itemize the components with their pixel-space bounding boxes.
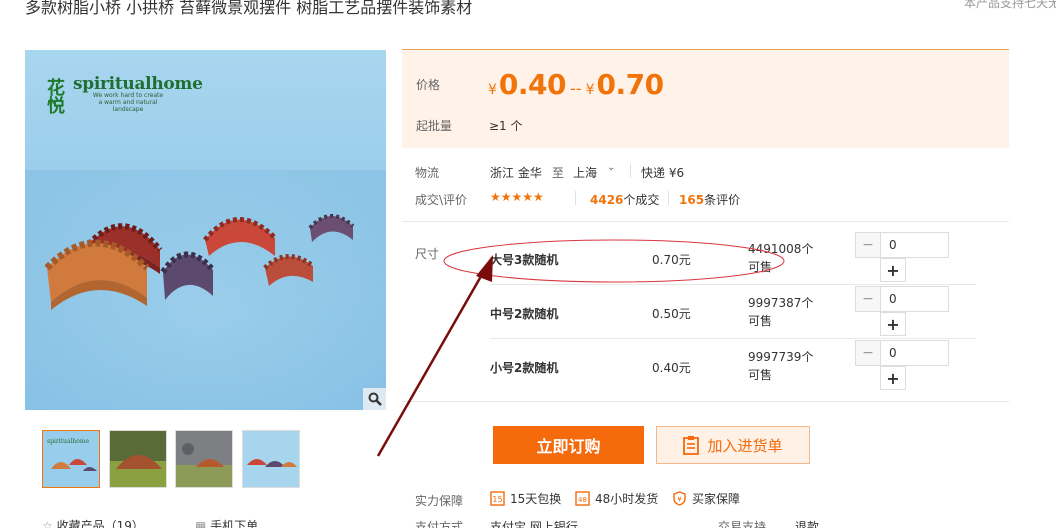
price-label: 价格 xyxy=(416,78,441,92)
quantity-plus-button[interactable]: + xyxy=(880,366,906,390)
sku-price: 0.40元 xyxy=(652,361,691,375)
shield-icon: ¥ xyxy=(673,491,686,506)
logistics-label: 物流 xyxy=(415,166,440,180)
quantity-input[interactable] xyxy=(880,286,949,312)
svg-text:48: 48 xyxy=(578,496,587,504)
annotation-arrow xyxy=(376,263,490,457)
clipboard-icon xyxy=(683,436,700,455)
thumbnail-4[interactable] xyxy=(242,430,300,488)
reviews-count[interactable]: 165条评价 xyxy=(679,191,740,208)
quantity-input[interactable] xyxy=(880,232,949,258)
divider xyxy=(575,191,576,205)
ship-to-select[interactable]: 上海 xyxy=(573,164,597,181)
thumbnail-2[interactable] xyxy=(109,430,167,488)
sku-price: 0.50元 xyxy=(652,307,691,321)
payment-methods: 支付宝 网上银行 xyxy=(490,520,578,528)
product-photo-bridges xyxy=(25,170,386,410)
sku-name: 中号2款随机 xyxy=(490,307,559,321)
price-panel: 价格 ¥ 0.40 -- ¥ 0.70 起批量 ≥1 个 xyxy=(402,49,1009,148)
divider xyxy=(630,164,631,178)
quantity-minus-button[interactable]: − xyxy=(855,286,881,312)
sku-stock: 4491008个可售 xyxy=(748,242,814,274)
currency-symbol: ¥ xyxy=(488,82,497,98)
row-divider xyxy=(490,338,976,339)
svg-text:¥: ¥ xyxy=(677,496,682,504)
row-divider xyxy=(490,284,976,285)
chevron-down-icon[interactable]: ⌄ xyxy=(607,162,615,173)
svg-text:spiritualhome: spiritualhome xyxy=(47,438,90,445)
ship-to-word: 至 xyxy=(552,166,565,180)
currency-symbol: ¥ xyxy=(585,82,595,98)
sku-stock: 9997739个可售 xyxy=(748,350,814,382)
quantity-input[interactable] xyxy=(880,340,949,366)
add-to-cart-label: 加入进货单 xyxy=(707,436,783,455)
quantity-minus-button[interactable]: − xyxy=(855,232,881,258)
moq-value: ≥1 个 xyxy=(489,119,523,133)
price-high: 0.70 xyxy=(596,68,664,101)
product-title: 多款树脂小桥 小拱桥 苔藓微景观摆件 树脂工艺品摆件装饰素材 xyxy=(25,0,473,17)
sku-name: 大号3款随机 xyxy=(490,253,559,267)
rating-stars: ★★★★★ xyxy=(490,190,544,204)
size-label: 尺寸 xyxy=(415,247,440,261)
ship-from: 浙江 金华 xyxy=(490,166,542,180)
zoom-icon[interactable] xyxy=(363,388,386,410)
main-product-image[interactable]: 花悦 spiritualhome We work hard to create … xyxy=(25,50,386,410)
guarantee-shipping: 48 48小时发货 xyxy=(575,490,658,507)
guarantee-exchange: 15 15天包换 xyxy=(490,490,561,507)
divider xyxy=(668,191,669,205)
price-separator: -- xyxy=(570,79,582,98)
trade-support-label: 交易支持 xyxy=(718,520,767,528)
price-low: 0.40 xyxy=(498,68,567,101)
shipping-fee: 快递 ¥6 xyxy=(641,166,685,180)
mobile-order-link[interactable]: ▦ 手机下单 xyxy=(195,517,258,528)
section-divider xyxy=(402,221,1009,222)
quantity-plus-button[interactable]: + xyxy=(880,258,906,282)
quantity-plus-button[interactable]: + xyxy=(880,312,906,336)
sku-price: 0.70元 xyxy=(652,253,691,267)
price-range: ¥ 0.40 -- ¥ 0.70 xyxy=(488,68,664,101)
sku-name: 小号2款随机 xyxy=(490,361,559,375)
trade-support-value: 退款 xyxy=(795,520,820,528)
reviews-label: 成交\评价 xyxy=(415,193,468,207)
section-divider xyxy=(402,401,1009,402)
moq-label: 起批量 xyxy=(416,119,453,133)
shipping-time-icon: 48 xyxy=(575,491,590,506)
guarantee-buyer: ¥ 买家保障 xyxy=(672,490,740,507)
deals-count[interactable]: 4426个成交 xyxy=(590,191,659,208)
guarantee-label: 实力保障 xyxy=(415,494,464,508)
sku-stock: 9997387个可售 xyxy=(748,296,814,328)
favorite-link[interactable]: ☆ 收藏产品（19） xyxy=(42,517,144,528)
payment-label: 支付方式 xyxy=(415,520,464,528)
svg-text:15: 15 xyxy=(492,495,502,504)
buy-now-button[interactable]: 立即订购 xyxy=(493,426,644,464)
thumbnail-3[interactable] xyxy=(175,430,233,488)
exchange-icon: 15 xyxy=(490,491,505,506)
quantity-minus-button[interactable]: − xyxy=(855,340,881,366)
service-note: 本产品支持七天无 xyxy=(964,0,1056,10)
add-to-cart-button[interactable]: 加入进货单 xyxy=(656,426,810,464)
thumbnail-1[interactable]: spiritualhome xyxy=(42,430,100,488)
